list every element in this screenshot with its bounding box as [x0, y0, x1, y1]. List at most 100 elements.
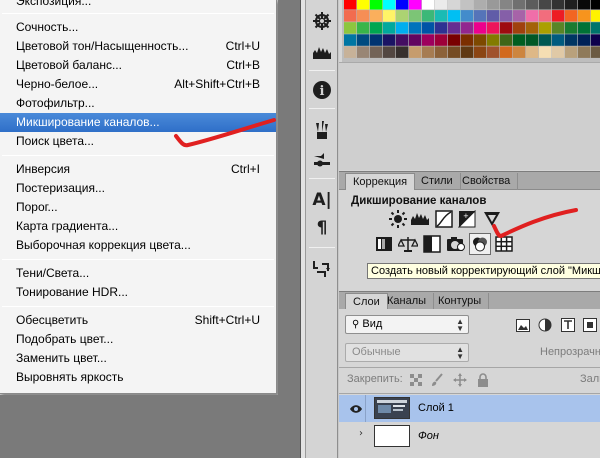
swatch[interactable] [461, 10, 474, 22]
swatch[interactable] [422, 22, 435, 34]
swatch[interactable] [383, 46, 396, 58]
swatch[interactable] [357, 10, 370, 22]
photo-filter-icon[interactable] [446, 234, 466, 254]
swatch[interactable] [396, 34, 409, 46]
swatch[interactable] [513, 10, 526, 22]
menu-item[interactable]: Порог... [0, 198, 276, 217]
swatch[interactable] [513, 22, 526, 34]
swatch[interactable] [487, 10, 500, 22]
layer-name[interactable]: Фон [418, 430, 439, 442]
swatch[interactable] [448, 34, 461, 46]
swatch[interactable] [500, 22, 513, 34]
swatch[interactable] [552, 10, 565, 22]
layer-name[interactable]: Слой 1 [418, 402, 454, 414]
menu-item[interactable]: Инверсия Ctrl+I [0, 160, 276, 179]
swatch[interactable] [396, 46, 409, 58]
swatch[interactable] [461, 0, 474, 10]
swatch[interactable] [370, 46, 383, 58]
levels-icon[interactable] [410, 209, 430, 229]
swatch[interactable] [500, 34, 513, 46]
lock-pixels-brush-icon[interactable] [427, 370, 447, 390]
blend-mode-select[interactable]: Обычные ▲ ▼ [345, 343, 469, 362]
swatch[interactable] [461, 46, 474, 58]
menu-item[interactable]: Выровнять яркость [0, 368, 276, 387]
swatch[interactable] [448, 0, 461, 10]
swatch[interactable] [396, 22, 409, 34]
swatch[interactable] [383, 10, 396, 22]
lock-all-icon[interactable] [473, 370, 493, 390]
swatch[interactable] [344, 46, 357, 58]
lock-transparent-icon[interactable] [406, 370, 426, 390]
lock-position-icon[interactable] [450, 370, 470, 390]
tab-paths[interactable]: Контуры [431, 293, 490, 310]
swatch[interactable] [526, 10, 539, 22]
swatch[interactable] [357, 46, 370, 58]
brightness-contrast-icon[interactable] [388, 209, 408, 229]
swatch[interactable] [435, 10, 448, 22]
channel-mixer-icon[interactable] [469, 233, 491, 255]
swatch[interactable] [539, 34, 552, 46]
swatch[interactable] [565, 10, 578, 22]
swatch[interactable] [357, 34, 370, 46]
swatch[interactable] [526, 0, 539, 10]
swatch[interactable] [344, 10, 357, 22]
swatch[interactable] [591, 34, 600, 46]
character-icon[interactable]: A| [310, 188, 334, 212]
swatch[interactable] [526, 46, 539, 58]
swatch[interactable] [383, 34, 396, 46]
history-icon[interactable] [310, 256, 334, 280]
swatch-grid[interactable] [342, 0, 600, 62]
black-white-icon[interactable] [422, 234, 442, 254]
swatch[interactable] [552, 46, 565, 58]
swatch[interactable] [474, 46, 487, 58]
exposure-icon[interactable]: + [457, 209, 477, 229]
menu-item-exposure[interactable]: Экспозиция... [0, 0, 276, 11]
curves-icon[interactable] [434, 209, 454, 229]
filter-type-icon[interactable] [558, 315, 578, 335]
tab-properties[interactable]: Свойства [455, 173, 519, 190]
swatch[interactable] [422, 0, 435, 10]
swatch[interactable] [396, 10, 409, 22]
swatch[interactable] [578, 22, 591, 34]
swatch[interactable] [409, 10, 422, 22]
swatch[interactable] [357, 22, 370, 34]
swatch[interactable] [487, 22, 500, 34]
swatch[interactable] [435, 46, 448, 58]
swatch[interactable] [500, 0, 513, 10]
tab-adjustments[interactable]: Коррекция [345, 173, 416, 191]
swatch[interactable] [370, 22, 383, 34]
swatch[interactable] [409, 22, 422, 34]
menu-item[interactable]: Поиск цвета... [0, 132, 276, 151]
swatch[interactable] [383, 22, 396, 34]
swatch[interactable] [539, 0, 552, 10]
swatch[interactable] [435, 22, 448, 34]
expand-chevron-icon[interactable]: › [359, 428, 363, 439]
menu-item[interactable]: Черно-белое... Alt+Shift+Ctrl+B [0, 75, 276, 94]
swatch[interactable] [526, 34, 539, 46]
swatch[interactable] [513, 0, 526, 10]
histogram-icon[interactable] [310, 40, 334, 64]
color-balance-icon[interactable] [398, 234, 418, 254]
swatch[interactable] [474, 10, 487, 22]
swatch[interactable] [448, 10, 461, 22]
swatch[interactable] [487, 0, 500, 10]
swatch[interactable] [565, 0, 578, 10]
swatch[interactable] [578, 0, 591, 10]
swatch[interactable] [500, 46, 513, 58]
swatch[interactable] [474, 34, 487, 46]
swatch[interactable] [578, 34, 591, 46]
swatch[interactable] [409, 46, 422, 58]
swatch[interactable] [487, 34, 500, 46]
tab-styles[interactable]: Стили [414, 173, 461, 190]
filter-shape-icon[interactable] [580, 315, 600, 335]
filter-adjustment-icon[interactable] [535, 315, 555, 335]
swatch[interactable] [552, 22, 565, 34]
menu-item[interactable]: Фотофильтр... [0, 94, 276, 113]
swatch[interactable] [370, 34, 383, 46]
swatch[interactable] [500, 10, 513, 22]
swatch[interactable] [461, 34, 474, 46]
swatch-dial-icon[interactable] [310, 9, 334, 33]
swatch[interactable] [591, 22, 600, 34]
layer-row-background[interactable]: › Фон [339, 422, 600, 449]
menu-item[interactable]: Микширование каналов... [0, 113, 276, 132]
